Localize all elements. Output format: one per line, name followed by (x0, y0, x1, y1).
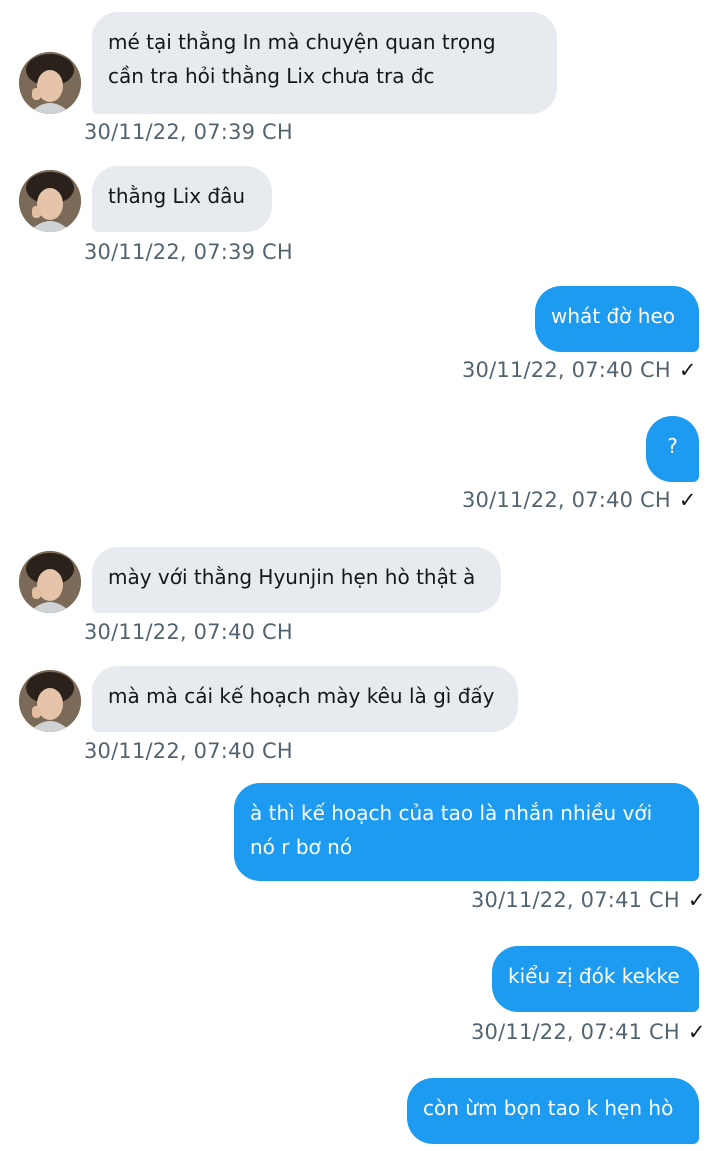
avatar[interactable] (19, 52, 81, 114)
message-bubble-incoming[interactable]: mé tại thằng In mà chuyện quan trọng cần… (92, 12, 557, 114)
message-bubble-outgoing[interactable]: whát đờ heo (535, 286, 699, 352)
message-timestamp: 30/11/22, 07:40 CH (84, 620, 293, 644)
message-bubble-outgoing[interactable]: ? (646, 416, 699, 482)
user-avatar-icon (19, 170, 81, 232)
check-icon: ✓ (678, 488, 697, 512)
message-bubble-incoming[interactable]: mày với thằng Hyunjin hẹn hò thật à (92, 547, 501, 613)
message-timestamp: 30/11/22, 07:40 CH (84, 739, 293, 763)
check-icon: ✓ (678, 358, 697, 382)
message-bubble-incoming[interactable]: mà mà cái kế hoạch mày kêu là gì đấy (92, 666, 518, 732)
user-avatar-icon (19, 52, 81, 114)
message-bubble-incoming[interactable]: thằng Lix đâu (92, 166, 272, 232)
avatar[interactable] (19, 551, 81, 613)
message-timestamp-text: 30/11/22, 07:41 CH (471, 888, 680, 912)
message-timestamp: 30/11/22, 07:39 CH (84, 240, 293, 264)
message-timestamp: 30/11/22, 07:40 CH ✓ (462, 358, 697, 382)
check-icon: ✓ (687, 888, 706, 912)
message-bubble-outgoing[interactable]: kiểu zị đók kekke (492, 946, 699, 1012)
message-bubble-outgoing[interactable]: à thì kế hoạch của tao là nhắn nhiều với… (234, 783, 699, 881)
avatar[interactable] (19, 170, 81, 232)
message-timestamp-text: 30/11/22, 07:40 CH (462, 488, 671, 512)
message-timestamp: 30/11/22, 07:41 CH ✓ (471, 888, 706, 912)
user-avatar-icon (19, 551, 81, 613)
message-bubble-outgoing[interactable]: còn ừm bọn tao k hẹn hò (407, 1078, 699, 1144)
user-avatar-icon (19, 670, 81, 732)
message-timestamp: 30/11/22, 07:40 CH ✓ (462, 488, 697, 512)
message-timestamp: 30/11/22, 07:39 CH (84, 120, 293, 144)
message-timestamp-text: 30/11/22, 07:41 CH (471, 1020, 680, 1044)
avatar[interactable] (19, 670, 81, 732)
message-timestamp-text: 30/11/22, 07:40 CH (462, 358, 671, 382)
message-timestamp: 30/11/22, 07:41 CH ✓ (471, 1020, 706, 1044)
check-icon: ✓ (687, 1020, 706, 1044)
